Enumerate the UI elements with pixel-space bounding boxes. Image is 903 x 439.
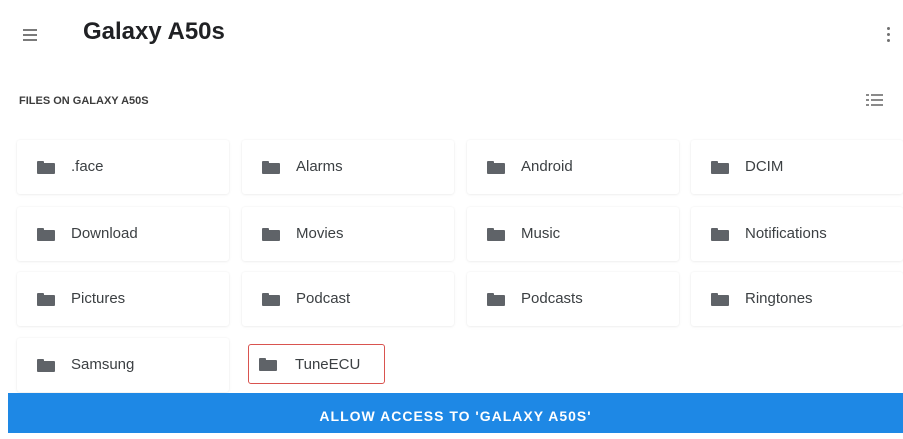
folder-label: Notifications <box>745 225 827 242</box>
folder-icon <box>37 228 55 241</box>
folder-tile-android[interactable]: Android <box>467 140 679 194</box>
folder-label: DCIM <box>745 158 784 175</box>
folder-tile-samsung[interactable]: Samsung <box>17 338 229 392</box>
folder-tile-notifications[interactable]: Notifications <box>691 207 903 261</box>
folder-tile-movies[interactable]: Movies <box>242 207 454 261</box>
folder-tile-ringtones[interactable]: Ringtones <box>691 272 903 326</box>
section-label: FILES ON GALAXY A50S <box>19 95 149 107</box>
folder-tile-podcasts[interactable]: Podcasts <box>467 272 679 326</box>
folder-label: TuneECU <box>295 356 361 373</box>
folder-icon <box>259 358 277 371</box>
page-title: Galaxy A50s <box>83 18 225 45</box>
folder-icon <box>262 293 280 306</box>
folder-label: Alarms <box>296 158 343 175</box>
folder-icon <box>37 161 55 174</box>
folder-icon <box>37 293 55 306</box>
folder-label: Download <box>71 225 138 242</box>
folder-label: Podcast <box>296 290 351 307</box>
folder-tile-tuneecu[interactable]: TuneECU <box>248 344 385 384</box>
folder-icon <box>711 228 729 241</box>
folder-tile-dcim[interactable]: DCIM <box>691 140 903 194</box>
folder-tile-download[interactable]: Download <box>17 207 229 261</box>
folder-label: Pictures <box>71 290 126 307</box>
app-bar: Galaxy A50s <box>0 0 903 70</box>
folder-tile-face[interactable]: .face <box>17 140 229 194</box>
folder-tile-music[interactable]: Music <box>467 207 679 261</box>
folder-icon <box>262 161 280 174</box>
folder-icon <box>262 228 280 241</box>
folder-tile-alarms[interactable]: Alarms <box>242 140 454 194</box>
folder-label: Movies <box>296 225 344 242</box>
allow-access-button[interactable]: ALLOW ACCESS TO 'GALAXY A50S' <box>8 393 903 433</box>
folder-label: Ringtones <box>745 290 813 307</box>
folder-label: Android <box>521 158 573 175</box>
folder-icon <box>487 228 505 241</box>
folder-label: .face <box>71 158 104 175</box>
more-options-icon[interactable] <box>883 22 895 46</box>
folder-icon <box>711 161 729 174</box>
folder-label: Music <box>521 225 561 242</box>
list-view-icon[interactable] <box>866 92 886 108</box>
folder-tile-podcast[interactable]: Podcast <box>242 272 454 326</box>
folder-icon <box>487 161 505 174</box>
folder-icon <box>711 293 729 306</box>
folder-icon <box>487 293 505 306</box>
folder-tile-pictures[interactable]: Pictures <box>17 272 229 326</box>
folder-icon <box>37 359 55 372</box>
folder-label: Podcasts <box>521 290 583 307</box>
folder-label: Samsung <box>71 356 135 373</box>
hamburger-menu-icon[interactable] <box>20 24 42 44</box>
